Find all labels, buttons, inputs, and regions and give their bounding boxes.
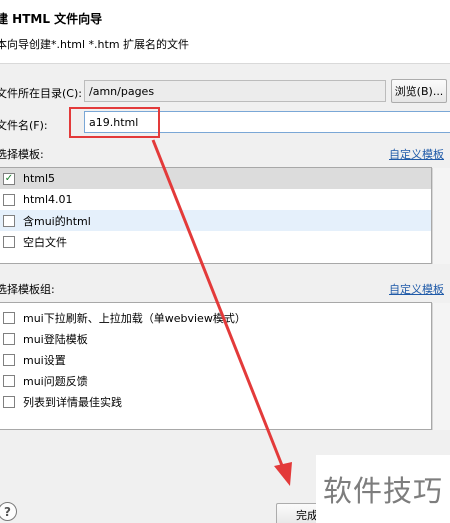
template-group-list-scrollbar[interactable] bbox=[432, 303, 450, 430]
templates-label: 选择模板: bbox=[0, 148, 44, 161]
directory-label: 文件所在目录(C): bbox=[0, 87, 82, 100]
template-item-html401[interactable]: html4.01 bbox=[0, 189, 431, 210]
template-groups-label: 选择模板组: bbox=[0, 283, 55, 296]
browse-button[interactable]: 浏览(B)... bbox=[391, 79, 447, 103]
checkbox-icon[interactable] bbox=[3, 395, 15, 408]
checkbox-icon[interactable] bbox=[3, 235, 15, 248]
template-item-mui-html[interactable]: 含mui的html bbox=[0, 210, 431, 231]
group-item-mui-settings[interactable]: mui设置 bbox=[0, 349, 431, 370]
template-group-list: mui下拉刷新、上拉加载（单webview模式） mui登陆模板 mui设置 m… bbox=[0, 302, 432, 430]
watermark: 软件技巧 bbox=[316, 455, 450, 523]
filename-highlight-box bbox=[69, 107, 160, 138]
checkbox-icon[interactable] bbox=[3, 332, 15, 345]
template-list-scrollbar[interactable] bbox=[432, 168, 450, 264]
template-list: ✓ html5 html4.01 含mui的html 空白文件 bbox=[0, 167, 432, 264]
checkbox-icon[interactable] bbox=[3, 374, 15, 387]
checkbox-icon[interactable] bbox=[3, 193, 15, 206]
customize-template-groups-link[interactable]: 自定义模板 bbox=[389, 281, 444, 297]
group-item-mui-refresh[interactable]: mui下拉刷新、上拉加载（单webview模式） bbox=[0, 307, 431, 328]
template-item-html5[interactable]: ✓ html5 bbox=[0, 168, 431, 189]
customize-templates-link[interactable]: 自定义模板 bbox=[389, 146, 444, 162]
checkbox-icon[interactable] bbox=[3, 311, 15, 324]
wizard-header: 建 HTML 文件向导 本向导创建*.html *.htm 扩展名的文件 bbox=[0, 0, 450, 64]
checkbox-checked-icon[interactable]: ✓ bbox=[3, 172, 15, 185]
filename-label: 文件名(F): bbox=[0, 119, 48, 132]
checkbox-icon[interactable] bbox=[3, 214, 15, 227]
group-item-mui-feedback[interactable]: mui问题反馈 bbox=[0, 370, 431, 391]
wizard-description: 本向导创建*.html *.htm 扩展名的文件 bbox=[0, 38, 190, 51]
wizard-title: 建 HTML 文件向导 bbox=[0, 12, 103, 26]
checkbox-icon[interactable] bbox=[3, 353, 15, 366]
group-item-list-detail[interactable]: 列表到详情最佳实践 bbox=[0, 391, 431, 412]
template-item-blank[interactable]: 空白文件 bbox=[0, 231, 431, 252]
directory-field[interactable]: /amn/pages bbox=[84, 80, 386, 102]
group-item-mui-login[interactable]: mui登陆模板 bbox=[0, 328, 431, 349]
